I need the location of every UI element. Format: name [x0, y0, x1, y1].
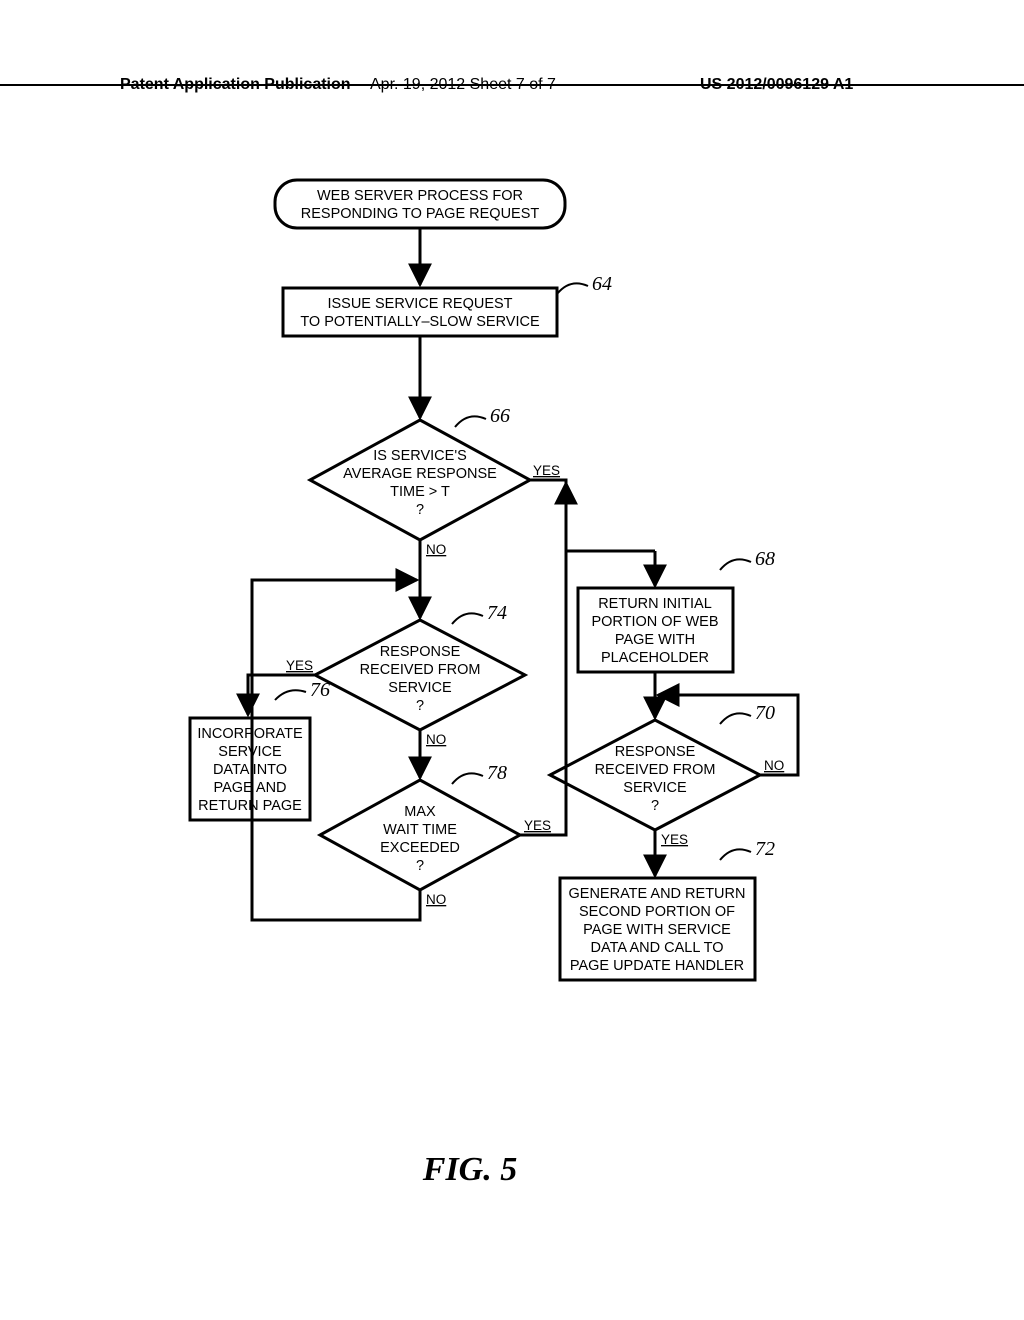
label-74-no: NO — [426, 732, 446, 747]
b72-l3: PAGE WITH SERVICE — [583, 922, 731, 938]
edge-66-yes — [530, 480, 566, 551]
d78-l1: MAX — [404, 804, 436, 820]
b76-l3: DATA INTO — [213, 762, 287, 778]
label-66-yes: YES — [533, 463, 560, 478]
label-66-no: NO — [426, 542, 446, 557]
label-78-no: NO — [426, 892, 446, 907]
b68-l3: PAGE WITH — [615, 632, 695, 648]
ref-leader-78 — [452, 773, 483, 784]
ref-78: 78 — [487, 762, 507, 784]
b68-l1: RETURN INITIAL — [598, 596, 712, 612]
d78-l3: EXCEEDED — [380, 840, 460, 856]
diamond-78: MAX WAIT TIME EXCEEDED ? — [320, 780, 520, 890]
b72-l4: DATA AND CALL TO — [591, 940, 724, 956]
ref-leader-76 — [275, 690, 306, 700]
d66-line2: AVERAGE RESPONSE — [343, 466, 497, 482]
diamond-70: RESPONSE RECEIVED FROM SERVICE ? — [550, 720, 760, 830]
b68-l4: PLACEHOLDER — [601, 650, 709, 666]
d70-l3: SERVICE — [623, 780, 687, 796]
d78-l2: WAIT TIME — [383, 822, 457, 838]
box-64-line2: TO POTENTIALLY–SLOW SERVICE — [300, 314, 540, 330]
ref-64: 64 — [592, 273, 612, 295]
b76-l4: PAGE AND — [213, 780, 286, 796]
d74-l3: SERVICE — [388, 680, 452, 696]
ref-leader-74 — [452, 613, 483, 624]
header-right: US 2012/0096129 A1 — [700, 76, 853, 94]
page-header: Patent Application Publication Apr. 19, … — [0, 78, 1024, 86]
box-68: RETURN INITIAL PORTION OF WEB PAGE WITH … — [578, 588, 733, 672]
terminator-start: WEB SERVER PROCESS FOR RESPONDING TO PAG… — [275, 180, 565, 228]
b72-l1: GENERATE AND RETURN — [569, 886, 746, 902]
d74-l4: ? — [416, 698, 424, 714]
ref-leader-64 — [557, 283, 588, 294]
d70-l2: RECEIVED FROM — [595, 762, 716, 778]
b76-l5: RETURN PAGE — [198, 798, 302, 814]
box-72: GENERATE AND RETURN SECOND PORTION OF PA… — [560, 878, 755, 980]
ref-leader-68 — [720, 559, 751, 570]
d74-l2: RECEIVED FROM — [360, 662, 481, 678]
flowchart-svg: WEB SERVER PROCESS FOR RESPONDING TO PAG… — [0, 120, 1024, 1320]
b72-l5: PAGE UPDATE HANDLER — [570, 958, 744, 974]
ref-74: 74 — [487, 602, 507, 624]
ref-68: 68 — [755, 548, 775, 570]
d70-l1: RESPONSE — [615, 744, 696, 760]
label-78-yes: YES — [524, 818, 551, 833]
ref-66: 66 — [490, 405, 510, 427]
d66-line1: IS SERVICE'S — [373, 448, 467, 464]
header-mid: Apr. 19, 2012 Sheet 7 of 7 — [370, 76, 556, 94]
b68-l2: PORTION OF WEB — [591, 614, 718, 630]
header-left: Patent Application Publication — [120, 76, 351, 94]
d66-line4: ? — [416, 502, 424, 518]
d70-l4: ? — [651, 798, 659, 814]
b76-l1: INCORPORATE — [197, 726, 303, 742]
label-74-yes: YES — [286, 658, 313, 673]
box-64-line1: ISSUE SERVICE REQUEST — [327, 296, 512, 312]
ref-70: 70 — [755, 702, 775, 724]
ref-76: 76 — [310, 679, 330, 701]
edge-78-yes — [520, 483, 566, 835]
d66-line3: TIME > T — [390, 484, 450, 500]
flowchart-stage: WEB SERVER PROCESS FOR RESPONDING TO PAG… — [0, 120, 1024, 1320]
diamond-74: RESPONSE RECEIVED FROM SERVICE ? — [315, 620, 525, 730]
d78-l4: ? — [416, 858, 424, 874]
box-76: INCORPORATE SERVICE DATA INTO PAGE AND R… — [190, 718, 310, 820]
ref-leader-72 — [720, 849, 751, 860]
box-64: ISSUE SERVICE REQUEST TO POTENTIALLY–SLO… — [283, 288, 557, 336]
ref-leader-70 — [720, 713, 751, 724]
ref-leader-66 — [455, 416, 486, 427]
diamond-66: IS SERVICE'S AVERAGE RESPONSE TIME > T ? — [310, 420, 530, 540]
terminator-line2: RESPONDING TO PAGE REQUEST — [301, 206, 540, 222]
b72-l2: SECOND PORTION OF — [579, 904, 735, 920]
figure-label: FIG. 5 — [422, 1151, 517, 1188]
d74-l1: RESPONSE — [380, 644, 461, 660]
terminator-line1: WEB SERVER PROCESS FOR — [317, 188, 523, 204]
b76-l2: SERVICE — [218, 744, 282, 760]
label-70-no: NO — [764, 758, 784, 773]
label-70-yes: YES — [661, 832, 688, 847]
ref-72: 72 — [755, 838, 775, 860]
